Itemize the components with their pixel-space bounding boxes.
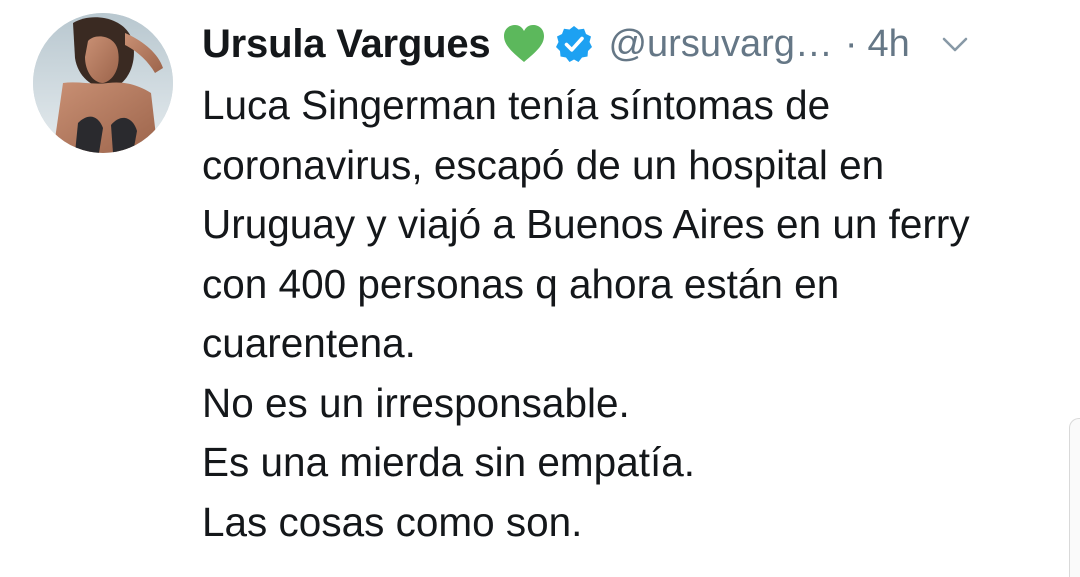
tweet-text-line: Luca Singerman tenía síntomas de	[202, 82, 831, 128]
avatar[interactable]	[33, 13, 173, 153]
tweet-text-line: cuarentena.	[202, 320, 416, 366]
separator-dot: ·	[844, 22, 858, 65]
verified-badge-icon	[554, 24, 594, 64]
tweet-text-line: Uruguay y viajó a Buenos Aires en un fer…	[202, 201, 970, 247]
tweet-text-line: coronavirus, escapó de un hospital en	[202, 141, 885, 188]
tweet-text-line: con 400 personas q ahora están en	[202, 260, 840, 307]
tweet-text: Luca Singerman tenía síntomas de coronav…	[202, 76, 1072, 552]
author-display-name[interactable]: Ursula Vargues	[202, 22, 491, 67]
tweet-text-line: Las cosas como son.	[202, 498, 583, 545]
tweet-header: Ursula Vargues @ursuvarg… · 4h	[202, 14, 1062, 74]
author-handle[interactable]: @ursuvarg…	[608, 23, 832, 66]
adjacent-panel-edge	[1069, 418, 1080, 577]
green-heart-icon	[502, 24, 546, 64]
avatar-photo	[33, 13, 173, 153]
tweet-text-line: No es un irresponsable.	[202, 379, 630, 426]
tweet-timestamp[interactable]: 4h	[868, 23, 910, 66]
chevron-down-icon[interactable]	[940, 29, 970, 59]
tweet[interactable]: Ursula Vargues @ursuvarg… · 4h Luca Sing…	[0, 0, 1080, 577]
tweet-text-line: Es una mierda sin empatía.	[202, 439, 696, 485]
